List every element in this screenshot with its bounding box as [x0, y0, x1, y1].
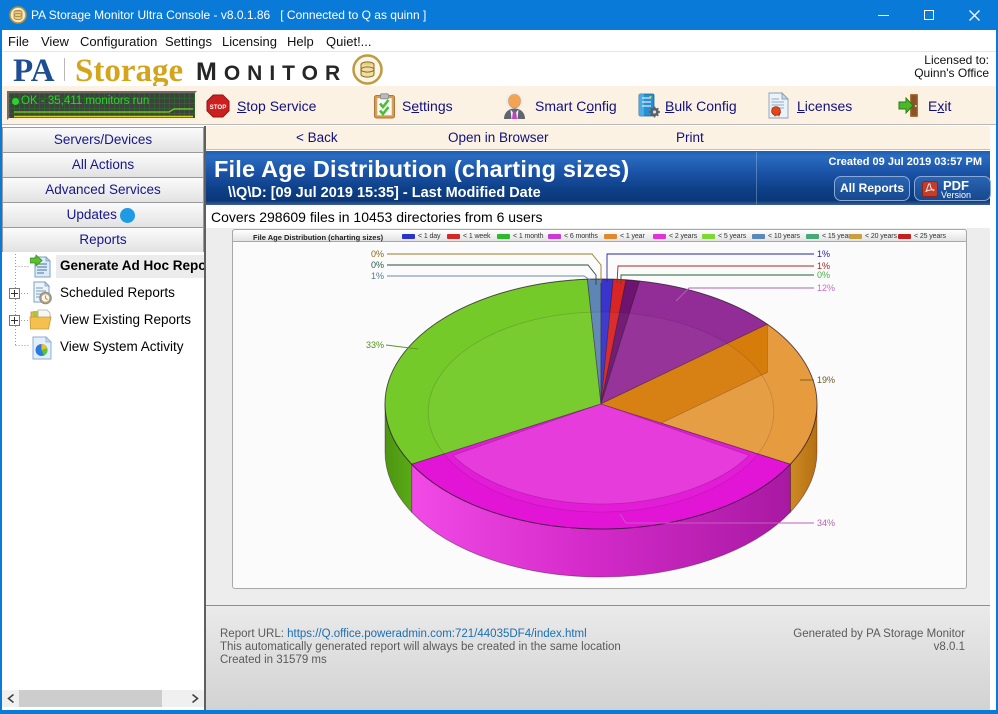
- svg-text:33%: 33%: [366, 340, 384, 350]
- svg-text:34%: 34%: [817, 518, 835, 528]
- svg-text:19%: 19%: [817, 375, 835, 385]
- svg-text:1%: 1%: [817, 249, 830, 259]
- svg-text:0%: 0%: [371, 249, 384, 259]
- svg-text:12%: 12%: [817, 283, 835, 293]
- svg-text:0%: 0%: [371, 260, 384, 270]
- svg-text:0%: 0%: [817, 270, 830, 280]
- svg-text:STOP: STOP: [210, 104, 227, 111]
- svg-text:1%: 1%: [371, 271, 384, 281]
